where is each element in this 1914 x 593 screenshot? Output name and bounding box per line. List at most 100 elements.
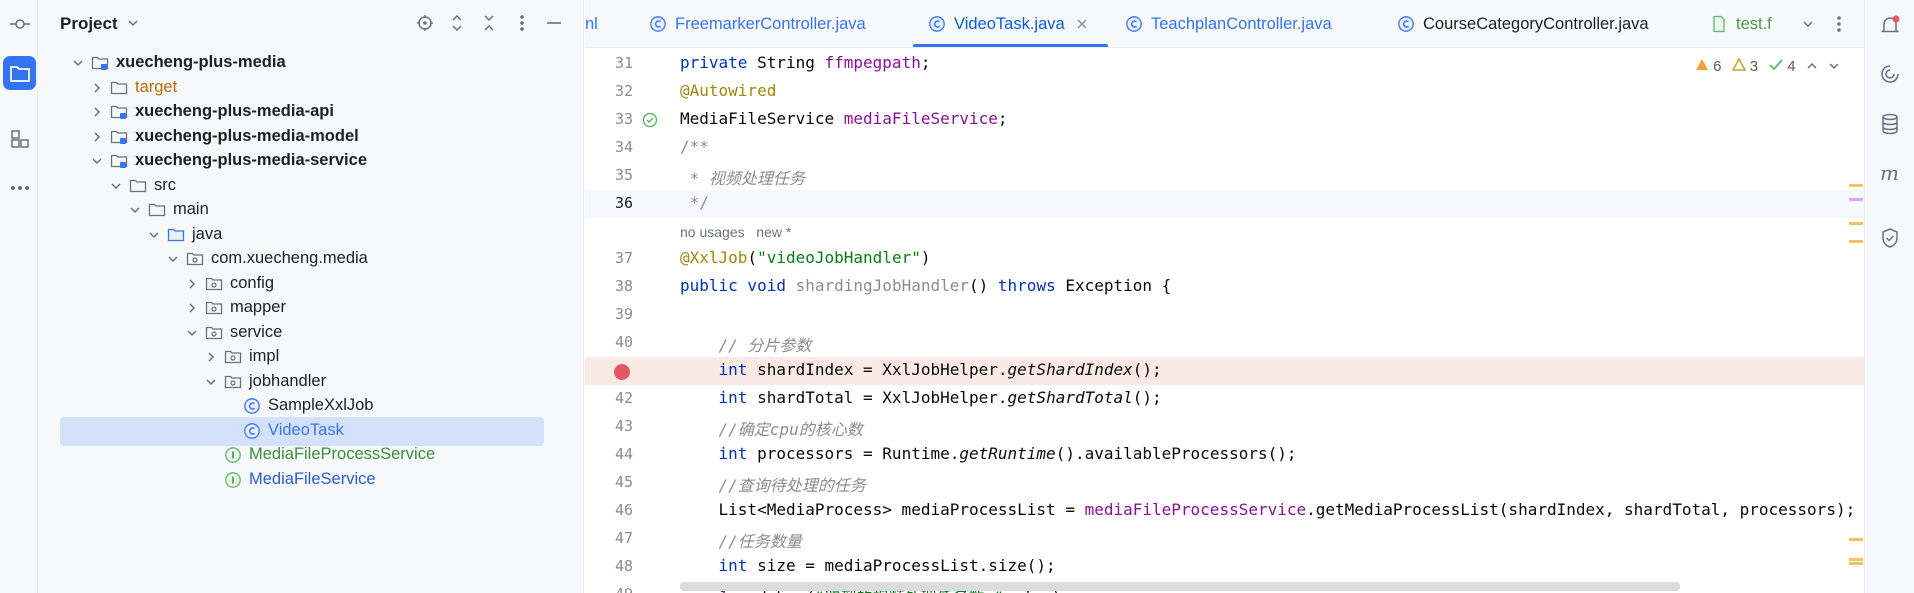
tree-item-label: SampleXxlJob <box>268 396 374 414</box>
ai-assistant-icon[interactable] <box>1878 62 1902 86</box>
collapse-all-icon[interactable] <box>478 12 500 34</box>
folder-icon <box>129 177 147 195</box>
warning-stripe-marker[interactable] <box>1849 240 1863 243</box>
tab-list-chevron-icon[interactable] <box>1797 13 1819 35</box>
code-line-45: 45 //查询待处理的任务 <box>585 469 1864 497</box>
warning-stripe-marker[interactable] <box>1849 562 1863 565</box>
database-icon[interactable] <box>1878 112 1902 136</box>
chevron-right-icon[interactable] <box>90 105 104 119</box>
tree-item-label: impl <box>249 347 280 365</box>
tab-label: test.f <box>1736 14 1772 33</box>
code-line-38: 38 public void shardingJobHandler() thro… <box>585 273 1864 301</box>
code-text: private String ffmpegpath; <box>680 53 931 72</box>
usages-hint[interactable]: no usages new * <box>680 224 791 240</box>
locate-icon[interactable] <box>414 12 436 34</box>
weak-warning-count[interactable]: 3 <box>1731 57 1758 75</box>
warning-stripe-marker[interactable] <box>1849 184 1863 187</box>
chevron-right-icon[interactable] <box>185 301 199 315</box>
tree-item-label: target <box>135 77 178 96</box>
tab-coursecategorycontroller-java[interactable]: CourseCategoryController.java <box>1397 0 1649 47</box>
weak-warning-icon <box>1731 57 1746 71</box>
chevron-right-icon[interactable] <box>90 81 104 95</box>
code-line-39: 39 <box>585 301 1864 329</box>
security-shield-icon[interactable] <box>1878 226 1902 250</box>
chevron-down-icon[interactable] <box>71 56 85 70</box>
code-text: //确定cpu的核心数 <box>718 420 863 439</box>
tab-freemarkercontroller-java[interactable]: FreemarkerController.java <box>649 0 866 47</box>
maven-icon[interactable]: m <box>1878 162 1902 186</box>
options-icon[interactable] <box>511 12 533 34</box>
code-vision-hint[interactable]: no usages new * <box>585 218 1864 246</box>
code-text: //任务数量 <box>718 532 802 551</box>
code-line-42: 42 int shardTotal = XxlJobHelper.getShar… <box>585 385 1864 413</box>
tab-label: CourseCategoryController.java <box>1423 14 1649 33</box>
tab-videotask-java[interactable]: VideoTask.java <box>928 0 1087 47</box>
code-line-32: 32 @Autowired <box>585 78 1864 106</box>
chevron-down-icon[interactable] <box>185 326 199 340</box>
code-line-35: 35 * 视频处理任务 <box>585 162 1864 190</box>
chevron-right-icon[interactable] <box>90 130 104 144</box>
project-panel-header: Project <box>38 0 583 48</box>
inspection-widget[interactable]: 6 3 4 <box>1695 57 1840 75</box>
project-panel-title[interactable]: Project <box>60 14 118 34</box>
chevron-right-icon[interactable] <box>204 350 218 364</box>
code-line-46: 46 List<MediaProcess> mediaProcessList =… <box>585 497 1864 525</box>
code-text: int shardIndex = XxlJobHelper.getShardIn… <box>718 360 1162 379</box>
warning-stripe-marker[interactable] <box>1849 538 1863 541</box>
line-number: 37 <box>614 249 633 267</box>
tree-item-mediafileservice[interactable]: MediaFileService <box>38 465 583 495</box>
editor-horizontal-scrollbar[interactable] <box>680 582 1680 591</box>
code-line-33: 33 MediaFileService mediaFileService; <box>585 106 1864 134</box>
ok-count[interactable]: 4 <box>1768 58 1796 75</box>
previous-highlight-icon[interactable] <box>1806 58 1818 75</box>
code-text: int size = mediaProcessList.size(); <box>718 556 1056 575</box>
tree-item-label: java <box>192 224 223 243</box>
project-panel: Project xuecheng-plus-media target xuechen… <box>38 0 584 593</box>
code-line-36: 36 */ <box>585 190 1864 218</box>
breakpoint-icon[interactable] <box>614 364 630 380</box>
chevron-down-icon[interactable] <box>126 16 140 35</box>
warning-stripe-marker[interactable] <box>1849 558 1863 561</box>
hide-panel-icon[interactable] <box>543 12 565 34</box>
bean-gutter-icon[interactable] <box>641 111 659 134</box>
code-text: * 视频处理任务 <box>680 169 805 188</box>
project-icon[interactable] <box>3 56 36 90</box>
change-stripe-marker[interactable] <box>1849 198 1863 201</box>
package-icon <box>224 348 242 366</box>
line-number: 35 <box>614 166 633 184</box>
commit-icon[interactable] <box>3 7 36 41</box>
notifications-icon[interactable] <box>1878 13 1902 37</box>
tab-teachplancontroller-java[interactable]: TeachplanController.java <box>1125 0 1332 47</box>
next-highlight-icon[interactable] <box>1828 58 1840 75</box>
tab-nl[interactable]: nl <box>585 0 598 47</box>
tree-item-label: src <box>154 175 176 194</box>
warning-stripe-marker[interactable] <box>1849 222 1863 225</box>
tab-test-f[interactable]: test.f <box>1710 0 1772 47</box>
check-icon <box>1769 59 1783 71</box>
chevron-right-icon[interactable] <box>185 277 199 291</box>
close-tab-icon[interactable] <box>1077 15 1087 34</box>
code-text: @XxlJob("videoJobHandler") <box>680 248 931 267</box>
more-tools-icon[interactable] <box>3 171 36 205</box>
chevron-down-icon[interactable] <box>128 203 142 217</box>
chevron-down-icon[interactable] <box>166 252 180 266</box>
tree-item-label: config <box>230 273 275 292</box>
tab-options-icon[interactable] <box>1828 13 1850 35</box>
expand-all-icon[interactable] <box>446 12 468 34</box>
source-folder-icon <box>167 226 185 244</box>
warning-count[interactable]: 6 <box>1695 58 1722 75</box>
interface-icon <box>224 446 242 464</box>
structure-icon[interactable] <box>3 122 36 156</box>
line-number: 39 <box>614 305 633 323</box>
class-icon <box>1397 15 1415 33</box>
code-line-37: 37 @XxlJob("videoJobHandler") <box>585 245 1864 273</box>
chevron-down-icon[interactable] <box>204 375 218 389</box>
code-editor[interactable]: 31 private String ffmpegpath; 6 3 4 32 @… <box>585 48 1864 593</box>
chevron-down-icon[interactable] <box>109 179 123 193</box>
svg-text:m: m <box>1880 164 1899 184</box>
code-text: */ <box>680 193 709 212</box>
chevron-down-icon[interactable] <box>90 154 104 168</box>
activity-bar <box>0 0 38 593</box>
tree-item-label: service <box>230 322 283 341</box>
chevron-down-icon[interactable] <box>147 228 161 242</box>
